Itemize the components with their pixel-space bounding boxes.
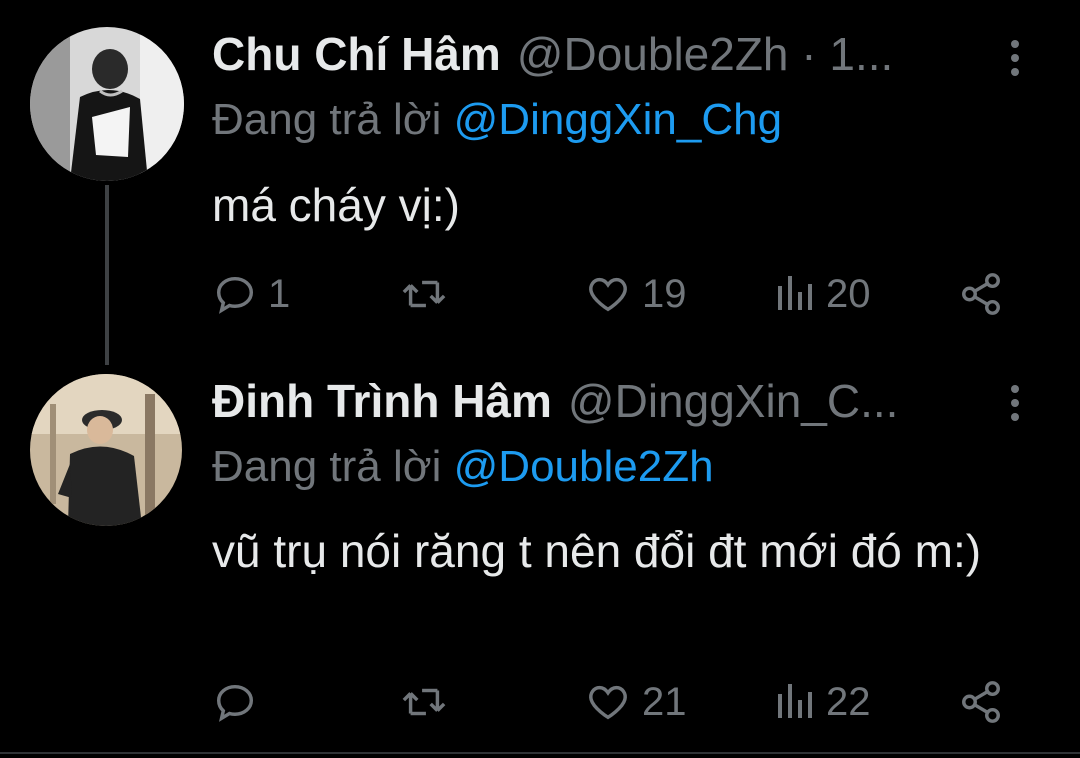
avatar[interactable] — [30, 374, 182, 526]
display-name[interactable]: Chu Chí Hâm — [212, 27, 501, 81]
views-button[interactable]: 22 — [776, 672, 871, 732]
avatar[interactable] — [30, 27, 184, 181]
like-count: 21 — [642, 679, 687, 724]
replying-to-line: Đang trả lời @DinggXin_Chg — [212, 95, 782, 145]
heart-icon — [589, 277, 627, 312]
share-button[interactable] — [958, 672, 1004, 732]
avatar-photo — [30, 27, 184, 181]
views-icon — [778, 684, 812, 718]
handle-and-time[interactable]: @Double2Zh · 1... — [517, 27, 894, 81]
more-vertical-icon — [1011, 385, 1019, 393]
tweet-1[interactable]: Chu Chí Hâm @Double2Zh · 1... Đang trả l… — [0, 0, 1080, 360]
replying-to-line: Đang trả lời @Double2Zh — [212, 442, 714, 492]
tweet-2[interactable]: Đinh Trình Hâm @DinggXin_C... Đang trả l… — [0, 360, 1080, 752]
more-vertical-icon — [1011, 40, 1019, 48]
retweet-icon — [402, 688, 446, 716]
views-button[interactable]: 20 — [776, 264, 871, 324]
retweet-button[interactable] — [398, 672, 460, 732]
share-icon — [962, 273, 1000, 315]
tweet-header: Chu Chí Hâm @Double2Zh · 1... — [212, 27, 1052, 85]
reply-count: 1 — [268, 271, 291, 316]
heart-icon — [589, 685, 627, 720]
replying-to-label: Đang trả lời — [212, 95, 442, 144]
like-count: 19 — [642, 271, 687, 316]
avatar-photo — [30, 374, 182, 526]
replying-to-mention[interactable]: @DinggXin_Chg — [454, 95, 782, 144]
display-name[interactable]: Đinh Trình Hâm — [212, 374, 552, 428]
more-vertical-icon-dot — [1011, 399, 1019, 407]
more-options-button[interactable] — [1000, 33, 1030, 83]
tweet-header: Đinh Trình Hâm @DinggXin_C... — [212, 374, 1052, 432]
replying-to-mention[interactable]: @Double2Zh — [454, 442, 714, 491]
more-vertical-icon-dot — [1011, 413, 1019, 421]
tweet-actions: 1 19 20 — [212, 264, 1012, 324]
share-button[interactable] — [958, 264, 1004, 324]
views-icon — [778, 276, 812, 310]
divider — [0, 752, 1080, 754]
views-count: 20 — [826, 271, 871, 316]
views-count: 22 — [826, 679, 871, 724]
tweet-actions: 21 22 — [212, 672, 1012, 732]
replying-to-label: Đang trả lời — [212, 442, 442, 491]
more-vertical-icon-dot — [1011, 54, 1019, 62]
reply-icon — [216, 276, 254, 314]
tweet-text: má cháy vị:) — [212, 179, 460, 231]
share-icon — [962, 681, 1000, 723]
handle-and-time[interactable]: @DinggXin_C... — [568, 374, 899, 428]
reply-button[interactable] — [212, 672, 268, 732]
reply-button[interactable]: 1 — [212, 264, 290, 324]
retweet-button[interactable] — [398, 264, 460, 324]
more-options-button[interactable] — [1000, 378, 1030, 428]
like-button[interactable]: 21 — [584, 672, 687, 732]
like-button[interactable]: 19 — [584, 264, 687, 324]
retweet-icon — [402, 280, 446, 308]
tweet-text: vũ trụ nói răng t nên đổi đt mới đó m:) — [212, 525, 982, 577]
reply-icon — [216, 684, 254, 722]
more-vertical-icon-dot — [1011, 68, 1019, 76]
